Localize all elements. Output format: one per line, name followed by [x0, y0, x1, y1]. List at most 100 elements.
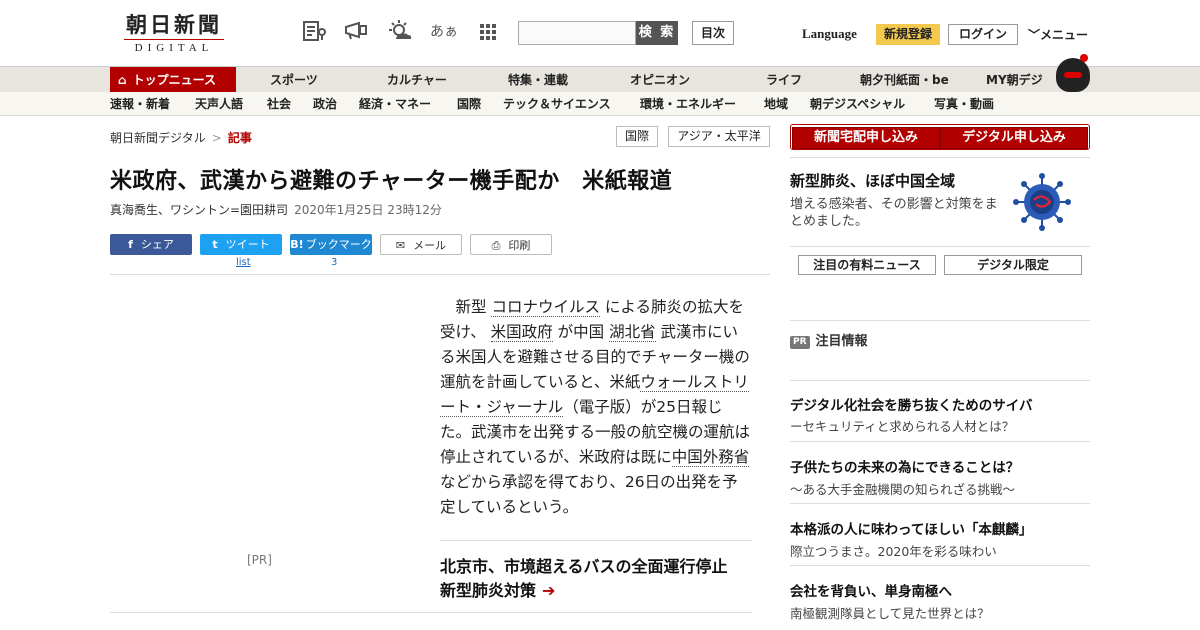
- keyword-link[interactable]: 中国外務省: [671, 448, 750, 467]
- hatena-count[interactable]: 3: [331, 257, 337, 268]
- divider: [790, 380, 1090, 381]
- divider: [110, 612, 752, 613]
- nav-top-news[interactable]: ⌂ トップニュース: [110, 67, 236, 93]
- toc-button[interactable]: 目次: [692, 21, 734, 45]
- share-facebook-label: シェア: [140, 238, 174, 251]
- primary-nav: ⌂ トップニュース スポーツ カルチャー 特集・連載 オピニオン ライフ 朝夕刊紙…: [0, 66, 1200, 93]
- ad-title[interactable]: デジタル化社会を勝ち抜くためのサイバ: [790, 394, 1032, 414]
- article-byline: 真海喬生、ワシントン=園田耕司 2020年1月25日 23時12分: [110, 201, 442, 218]
- mascot-icon: [1056, 54, 1090, 92]
- nav-economy[interactable]: 経済・マネー: [359, 92, 431, 116]
- nav-photo-video[interactable]: 写真・動画: [934, 92, 994, 116]
- menu-button[interactable]: ﹀メニュー: [1028, 26, 1088, 43]
- nav-life[interactable]: ライフ: [766, 67, 802, 93]
- digital-subscribe-button[interactable]: デジタル申し込み: [940, 127, 1088, 149]
- feature-title[interactable]: 新型肺炎、ほぼ中国全域: [790, 170, 955, 191]
- nav-paper[interactable]: 朝夕刊紙面・be: [860, 67, 949, 93]
- share-mail-button[interactable]: ✉ メール: [380, 234, 462, 255]
- font-size-label: あぁ: [430, 24, 458, 40]
- breadcrumb-current: 記事: [227, 131, 252, 145]
- keyword-link[interactable]: 湖北省: [609, 323, 656, 342]
- article-author: 真海喬生、ワシントン=園田耕司: [110, 203, 289, 217]
- ad-title[interactable]: 本格派の人に味わってほしい「本麒麟」: [790, 518, 1032, 538]
- nav-my-asadigi[interactable]: MY朝デジ: [986, 67, 1043, 93]
- nav-regional[interactable]: 地域: [764, 92, 788, 116]
- divider: [790, 320, 1090, 321]
- body-text: などから承認を得ており、26日の出発を予定しているという。: [440, 473, 738, 516]
- pr-label: [PR]: [247, 553, 272, 567]
- nav-top-news-label: トップニュース: [132, 73, 216, 87]
- virus-illustration-icon[interactable]: [1010, 168, 1090, 234]
- divider: [790, 503, 1090, 504]
- nav-special[interactable]: 朝デジスペシャル: [810, 92, 905, 116]
- body-text: が中国: [557, 323, 605, 341]
- search-button[interactable]: 検 索: [636, 21, 678, 45]
- keyword-link[interactable]: 米国政府: [490, 323, 553, 342]
- divider: [790, 565, 1090, 566]
- menu-label: メニュー: [1040, 28, 1089, 42]
- related-article-title: 北京市、市境超えるバスの全面運行停止 新型肺炎対策: [440, 557, 744, 600]
- divider: [790, 157, 1090, 158]
- ad-subtitle[interactable]: 際立つうまさ。2020年を彩る味わい: [790, 541, 997, 560]
- nav-breaking[interactable]: 速報・新着: [110, 92, 170, 116]
- share-facebook-button[interactable]: f シェア: [110, 234, 192, 255]
- article-date: 2020年1月25日 23時12分: [294, 203, 442, 217]
- nav-culture[interactable]: カルチャー: [387, 67, 447, 93]
- login-button[interactable]: ログイン: [948, 24, 1018, 45]
- nav-politics[interactable]: 政治: [313, 92, 337, 116]
- logo-sub: DIGITAL: [134, 42, 214, 54]
- print-button[interactable]: ⎙ 印刷: [470, 234, 552, 255]
- tab-paid-news[interactable]: 注目の有料ニュース: [798, 255, 936, 275]
- nav-environment[interactable]: 環境・エネルギー: [640, 92, 736, 116]
- ad-title[interactable]: 子供たちの未来の為にできることは？: [790, 456, 1019, 476]
- delivery-subscribe-button[interactable]: 新聞宅配申し込み: [792, 127, 940, 149]
- twitter-count[interactable]: list: [236, 257, 251, 268]
- ad-title[interactable]: 会社を背負い、単身南極へ: [790, 580, 952, 600]
- divider: [110, 274, 770, 275]
- pr-badge: PR: [790, 336, 810, 349]
- tag-international[interactable]: 国際: [616, 126, 658, 147]
- nav-tensei[interactable]: 天声人語: [195, 92, 243, 116]
- share-twitter-button[interactable]: t ツイート: [200, 234, 282, 255]
- divider: [790, 441, 1090, 442]
- pr-heading: PR 注目情報: [790, 330, 868, 349]
- share-hatena-button[interactable]: B! ブックマーク: [290, 234, 372, 255]
- newspaper-icon[interactable]: [300, 18, 328, 46]
- divider: [790, 246, 1090, 247]
- font-size-icon[interactable]: あぁ: [430, 18, 458, 46]
- pr-heading-label: 注目情報: [815, 334, 868, 349]
- tag-asia-pacific[interactable]: アジア・太平洋: [668, 126, 770, 147]
- nav-tech[interactable]: テック＆サイエンス: [503, 92, 611, 116]
- breadcrumb-separator: >: [211, 131, 222, 145]
- article-body: 新型 コロナウイルス による肺炎の拡大を受け、 米国政府 が中国 湖北省 武漢市…: [440, 295, 752, 520]
- share-twitter-label: ツイート: [225, 238, 270, 251]
- weather-icon[interactable]: [386, 18, 414, 46]
- search-input[interactable]: [518, 21, 636, 45]
- site-logo[interactable]: 朝日新聞 DIGITAL: [118, 13, 230, 55]
- nav-sports[interactable]: スポーツ: [270, 67, 318, 93]
- secondary-nav: 速報・新着 天声人語 社会 政治 経済・マネー 国際 テック＆サイエンス 環境・…: [0, 92, 1200, 116]
- apps-grid-icon[interactable]: [474, 18, 502, 46]
- tab-digital-only[interactable]: デジタル限定: [944, 255, 1082, 275]
- site-header: 朝日新聞 DIGITAL あぁ 検 索 目次 Language 新規登録 ログイ…: [0, 0, 1200, 66]
- keyword-link[interactable]: コロナウイルス: [491, 298, 600, 317]
- ad-subtitle[interactable]: 南極観測隊員として見た世界とは？: [790, 603, 990, 622]
- register-button[interactable]: 新規登録: [876, 24, 940, 45]
- ad-subtitle[interactable]: ーセキュリティと求められる人材とは？: [790, 416, 1014, 435]
- body-text: 新型: [455, 298, 487, 316]
- related-article-link[interactable]: 北京市、市境超えるバスの全面運行停止 新型肺炎対策 ➔: [440, 555, 752, 603]
- print-label: 印刷: [508, 239, 531, 252]
- nav-society[interactable]: 社会: [267, 92, 291, 116]
- nav-international[interactable]: 国際: [457, 92, 481, 116]
- breadcrumb-home[interactable]: 朝日新聞デジタル: [110, 131, 206, 145]
- megaphone-icon[interactable]: [342, 18, 370, 46]
- language-link[interactable]: Language: [802, 26, 857, 42]
- article-title: 米政府、武漢から避難のチャーター機手配か 米紙報道: [110, 169, 673, 194]
- nav-features[interactable]: 特集・連載: [508, 67, 568, 93]
- home-icon: ⌂: [118, 73, 127, 87]
- nav-opinion[interactable]: オピニオン: [630, 67, 690, 93]
- ad-subtitle[interactable]: ～ある大手金融機関の知られざる挑戦～: [790, 479, 1015, 498]
- logo-divider: [124, 39, 224, 40]
- share-hatena-label: ブックマーク: [305, 238, 372, 251]
- arrow-right-icon: ➔: [542, 581, 556, 600]
